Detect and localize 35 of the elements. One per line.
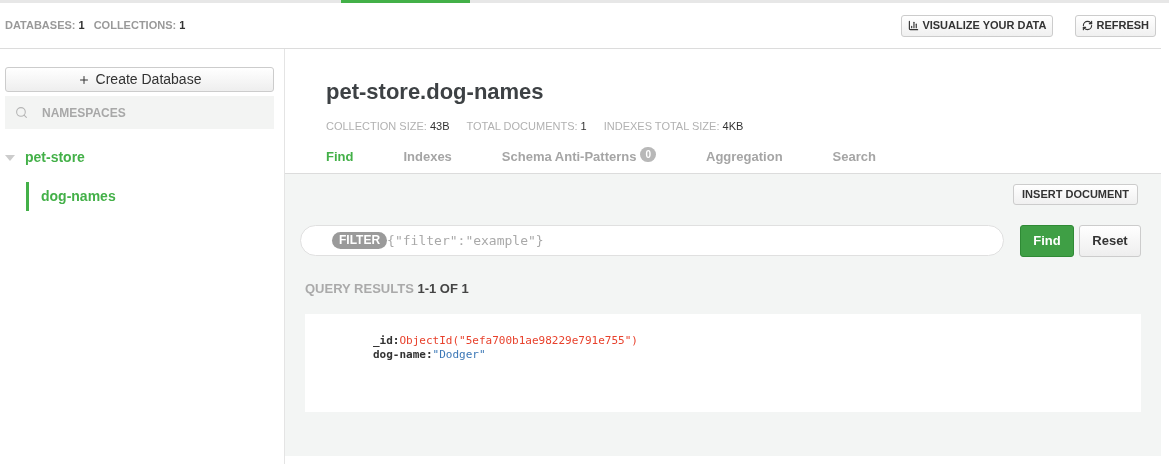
bar-chart-icon (908, 20, 920, 31)
tab[interactable]: Aggregation (703, 146, 786, 173)
search-icon (15, 106, 28, 119)
collection-item[interactable]: dog-names (26, 182, 279, 211)
field-key: _id: (373, 334, 400, 348)
field-value: ObjectId("5efa700b1ae98229e791e755") (399, 334, 638, 348)
plus-icon (77, 73, 90, 86)
insert-document-button[interactable]: INSERT DOCUMENT (1013, 183, 1138, 205)
collection-stat: COLLECTION SIZE: 43B (326, 119, 450, 134)
create-database-button[interactable]: Create Database (5, 67, 274, 92)
reset-button[interactable]: Reset (1079, 224, 1141, 257)
stat-text: COLLECTIONS: 1 (93, 18, 186, 34)
filter-input[interactable]: {"filter":"example"} (387, 230, 1003, 251)
tab[interactable]: Schema Anti-Patterns 0 (498, 146, 660, 173)
namespace-search-input[interactable]: NAMESPACES (42, 103, 242, 122)
collection-stat: INDEXES TOTAL SIZE: 4KB (603, 119, 744, 134)
count-badge: 0 (640, 146, 657, 162)
stat-text: DATABASES: 1 (5, 18, 85, 34)
expand-triangle-icon[interactable] (5, 154, 15, 161)
tab[interactable]: Find (323, 146, 357, 173)
find-button[interactable]: Find (1020, 224, 1074, 257)
database-item[interactable]: pet-store (25, 147, 85, 168)
filter-tag: FILTER (332, 232, 388, 249)
collection-stat: TOTAL DOCUMENTS: 1 (466, 119, 587, 134)
tab[interactable]: Search (829, 146, 879, 173)
header-button[interactable]: REFRESH (1075, 14, 1156, 37)
field-key: dog-name: (373, 348, 433, 362)
filter-field[interactable]: FILTER {"filter":"example"} (300, 225, 1004, 256)
namespace-search-field[interactable]: NAMESPACES (5, 96, 274, 129)
field-value: "Dodger" (432, 348, 486, 362)
header-button[interactable]: VISUALIZE YOUR DATA (901, 14, 1054, 37)
tab[interactable]: Indexes (400, 146, 455, 173)
refresh-icon (1082, 20, 1094, 31)
collection-title: pet-store.dog-names (326, 78, 545, 106)
query-results-text: QUERY RESULTS 1-1 OF 1 (305, 279, 470, 298)
